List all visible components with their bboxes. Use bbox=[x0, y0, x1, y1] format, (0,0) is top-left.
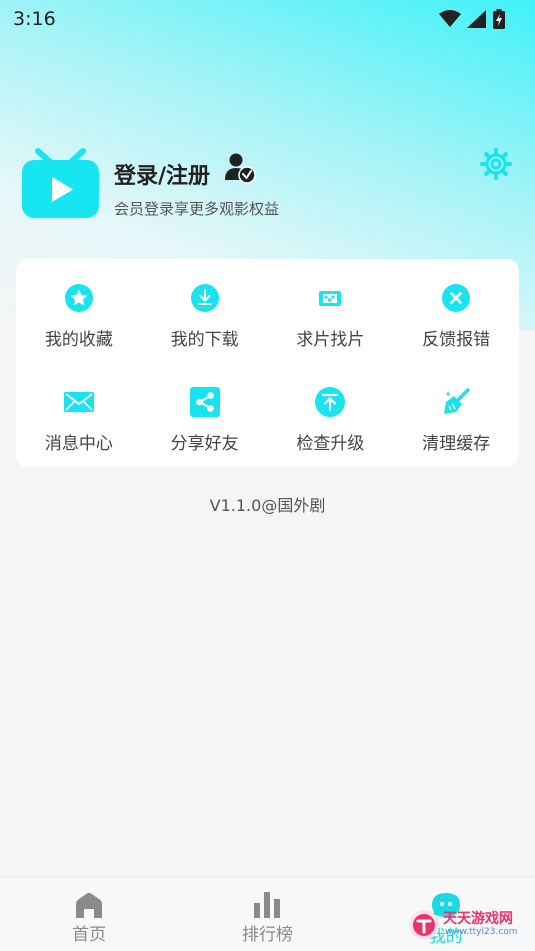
upgrade-icon bbox=[315, 387, 346, 417]
battery-icon bbox=[493, 9, 505, 29]
profile-section[interactable]: 登录/注册 会员登录享更多观影权益 bbox=[22, 148, 512, 223]
menu-item-messages[interactable]: 消息中心 bbox=[16, 363, 142, 467]
download-icon bbox=[190, 284, 219, 312]
app-version-text: V1.1.0@国外剧 bbox=[209, 496, 326, 515]
menu-item-label: 反馈报错 bbox=[422, 330, 491, 350]
broom-icon bbox=[444, 388, 470, 414]
watermark-title: 天天游戏网 bbox=[443, 911, 513, 927]
site-watermark: 天天游戏网 www.ttyl23.com bbox=[407, 907, 527, 943]
star-icon bbox=[64, 284, 93, 312]
menu-item-favorites[interactable]: 我的收藏 bbox=[16, 259, 142, 363]
signal-icon bbox=[467, 10, 486, 28]
system-icons bbox=[439, 9, 505, 29]
feature-menu-card: 我的收藏 我的下载 求片找片 反馈报错 消息中心 分享好友 检查升级 清理缓存 bbox=[16, 259, 519, 467]
menu-item-label: 求片找片 bbox=[296, 330, 365, 350]
tv-logo-icon bbox=[22, 148, 99, 218]
tab-ranking[interactable]: 排行榜 bbox=[178, 878, 356, 951]
menu-item-downloads[interactable]: 我的下载 bbox=[142, 259, 268, 363]
close-circle-icon bbox=[442, 284, 471, 312]
tab-label: 排行榜 bbox=[241, 925, 293, 945]
share-icon bbox=[189, 387, 220, 417]
login-subtitle: 会员登录享更多观影权益 bbox=[114, 200, 280, 218]
home-icon bbox=[76, 892, 103, 918]
status-time: 3:16 bbox=[13, 8, 56, 30]
watermark-logo-icon bbox=[409, 910, 439, 940]
watermark-url: www.ttyl23.com bbox=[445, 927, 518, 937]
settings-gear-icon[interactable] bbox=[480, 148, 512, 180]
menu-item-label: 分享好友 bbox=[170, 434, 239, 454]
menu-item-label: 检查升级 bbox=[296, 434, 365, 454]
mail-icon bbox=[63, 392, 94, 412]
menu-item-request-film[interactable]: 求片找片 bbox=[268, 259, 394, 363]
menu-item-label: 我的下载 bbox=[170, 330, 239, 350]
tab-label: 首页 bbox=[72, 925, 107, 945]
menu-item-label: 消息中心 bbox=[44, 434, 113, 454]
status-bar: 3:16 bbox=[0, 0, 535, 38]
menu-item-check-update[interactable]: 检查升级 bbox=[268, 363, 394, 467]
menu-item-share[interactable]: 分享好友 bbox=[142, 363, 268, 467]
menu-item-label: 我的收藏 bbox=[44, 330, 113, 350]
login-register-link[interactable]: 登录/注册 bbox=[114, 158, 210, 190]
tab-home[interactable]: 首页 bbox=[0, 878, 178, 951]
menu-item-clear-cache[interactable]: 清理缓存 bbox=[393, 363, 519, 467]
wifi-icon bbox=[439, 10, 461, 27]
bar-chart-icon bbox=[254, 892, 281, 918]
menu-item-label: 清理缓存 bbox=[422, 434, 491, 454]
menu-item-feedback[interactable]: 反馈报错 bbox=[393, 259, 519, 363]
user-verified-icon bbox=[225, 153, 256, 184]
film-icon bbox=[319, 291, 342, 306]
